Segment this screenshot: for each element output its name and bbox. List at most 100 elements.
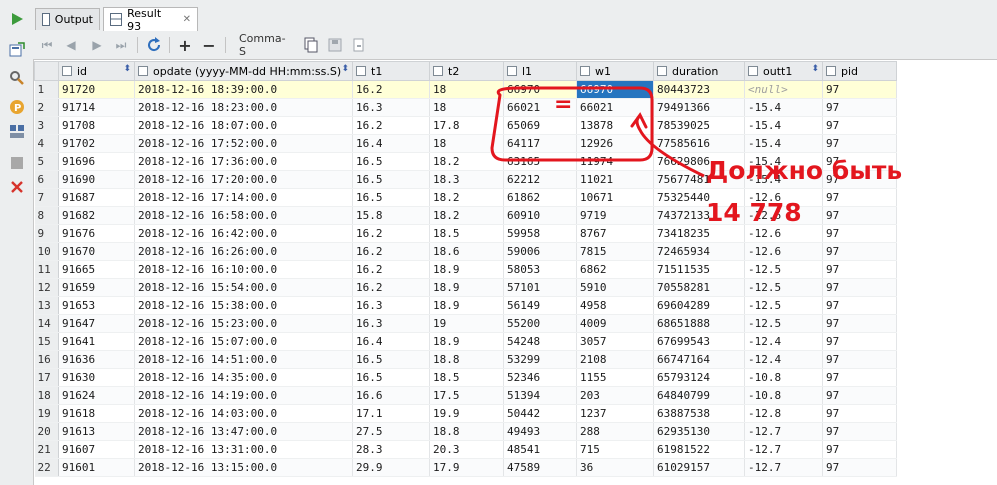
- table-cell[interactable]: 61981522: [653, 440, 745, 459]
- table-cell[interactable]: 2018-12-16 14:03:00.0: [134, 404, 353, 423]
- table-cell[interactable]: 55200: [503, 314, 577, 333]
- table-cell[interactable]: 18.8: [429, 350, 504, 369]
- table-cell[interactable]: -10.8: [744, 368, 823, 387]
- table-row[interactable]: 1 91720 2018-12-16 18:39:00.0 16.2 18 66970 66…: [34, 80, 897, 99]
- table-cell[interactable]: 65069: [503, 116, 577, 135]
- table-cell[interactable]: 48541: [503, 440, 577, 459]
- table-row[interactable]: 14 91647 2018-12-16 15:23:00.0 16.3 19 55200 4…: [34, 314, 897, 333]
- table-cell[interactable]: 64840799: [653, 386, 745, 405]
- table-cell[interactable]: 60910: [503, 206, 577, 225]
- table-cell[interactable]: 68651888: [653, 314, 745, 333]
- column-header-t1[interactable]: t1: [352, 61, 430, 81]
- table-cell[interactable]: 80443723: [653, 80, 745, 99]
- close-icon[interactable]: [9, 179, 25, 195]
- table-cell[interactable]: 16.3: [352, 314, 430, 333]
- table-cell[interactable]: 2018-12-16 16:10:00.0: [134, 260, 353, 279]
- table-cell[interactable]: 97: [822, 440, 897, 459]
- table-cell[interactable]: 7815: [576, 242, 654, 261]
- pin-p-icon[interactable]: P: [9, 99, 25, 115]
- table-row[interactable]: 19 91618 2018-12-16 14:03:00.0 17.1 19.9 5044…: [34, 404, 897, 423]
- table-cell[interactable]: 16.2: [352, 116, 430, 135]
- column-header-opdate[interactable]: opdate (yyyy-MM-dd HH:mm:ss.S) ⬍: [134, 61, 353, 81]
- table-cell[interactable]: 6862: [576, 260, 654, 279]
- table-cell[interactable]: -12.5: [744, 260, 823, 279]
- table-cell[interactable]: 27.5: [352, 422, 430, 441]
- table-cell[interactable]: 2018-12-16 18:23:00.0: [134, 98, 353, 117]
- table-cell[interactable]: 715: [576, 440, 654, 459]
- table-cell[interactable]: 63165: [503, 152, 577, 171]
- table-cell[interactable]: 47589: [503, 458, 577, 477]
- previous-page-icon[interactable]: ◀: [63, 36, 79, 54]
- table-cell[interactable]: 91708: [58, 116, 135, 135]
- table-cell[interactable]: 18.6: [429, 242, 504, 261]
- table-row[interactable]: 21 91607 2018-12-16 13:31:00.0 28.3 20.3 4854…: [34, 440, 897, 459]
- table-cell[interactable]: 61029157: [653, 458, 745, 477]
- table-cell[interactable]: 62212: [503, 170, 577, 189]
- table-cell[interactable]: 79491366: [653, 98, 745, 117]
- table-cell[interactable]: 28.3: [352, 440, 430, 459]
- table-cell[interactable]: 64117: [503, 134, 577, 153]
- table-cell[interactable]: -15.4: [744, 116, 823, 135]
- table-cell[interactable]: 2018-12-16 17:36:00.0: [134, 152, 353, 171]
- layout-icon[interactable]: [9, 124, 25, 140]
- table-cell[interactable]: 16.2: [352, 260, 430, 279]
- table-cell[interactable]: 77585616: [653, 134, 745, 153]
- sort-icon[interactable]: ⬍: [123, 64, 131, 74]
- table-cell[interactable]: 70558281: [653, 278, 745, 297]
- column-header-id[interactable]: id ⬍: [58, 61, 135, 81]
- table-cell[interactable]: 18.5: [429, 224, 504, 243]
- table-cell[interactable]: 91696: [58, 152, 135, 171]
- column-header-pid[interactable]: pid: [822, 61, 897, 81]
- table-cell[interactable]: 2018-12-16 14:19:00.0: [134, 386, 353, 405]
- table-cell[interactable]: 97: [822, 386, 897, 405]
- table-cell[interactable]: 2018-12-16 17:52:00.0: [134, 134, 353, 153]
- column-header-outt1[interactable]: outt1 ⬍: [744, 61, 823, 81]
- table-cell[interactable]: 2018-12-16 13:31:00.0: [134, 440, 353, 459]
- table-cell[interactable]: 97: [822, 134, 897, 153]
- table-cell[interactable]: -12.8: [744, 404, 823, 423]
- table-cell[interactable]: 18: [429, 80, 504, 99]
- table-cell[interactable]: 67699543: [653, 332, 745, 351]
- table-cell[interactable]: 1155: [576, 368, 654, 387]
- table-cell[interactable]: 2018-12-16 15:23:00.0: [134, 314, 353, 333]
- table-cell[interactable]: 17.8: [429, 116, 504, 135]
- table-cell[interactable]: 16.2: [352, 278, 430, 297]
- table-cell[interactable]: 51394: [503, 386, 577, 405]
- table-row[interactable]: 4 91702 2018-12-16 17:52:00.0 16.4 18 64117 12…: [34, 134, 897, 153]
- table-cell[interactable]: 2018-12-16 16:42:00.0: [134, 224, 353, 243]
- table-cell[interactable]: 66021: [503, 98, 577, 117]
- table-cell[interactable]: 17.1: [352, 404, 430, 423]
- remove-row-icon[interactable]: −: [201, 36, 217, 55]
- table-cell[interactable]: 2018-12-16 18:07:00.0: [134, 116, 353, 135]
- table-cell[interactable]: 16.4: [352, 332, 430, 351]
- table-cell[interactable]: 18.5: [429, 368, 504, 387]
- table-cell[interactable]: 97: [822, 224, 897, 243]
- table-row[interactable]: 2 91714 2018-12-16 18:23:00.0 16.3 18 66021 66…: [34, 98, 897, 117]
- table-cell[interactable]: 91624: [58, 386, 135, 405]
- table-cell[interactable]: 18.9: [429, 278, 504, 297]
- table-cell[interactable]: 8767: [576, 224, 654, 243]
- table-cell[interactable]: 91607: [58, 440, 135, 459]
- table-cell[interactable]: -12.6: [744, 242, 823, 261]
- table-cell[interactable]: 97: [822, 260, 897, 279]
- table-cell[interactable]: 16.2: [352, 242, 430, 261]
- table-row[interactable]: 11 91665 2018-12-16 16:10:00.0 16.2 18.9 5805…: [34, 260, 897, 279]
- table-cell[interactable]: 2018-12-16 16:26:00.0: [134, 242, 353, 261]
- table-cell[interactable]: 18.9: [429, 332, 504, 351]
- table-row[interactable]: 13 91653 2018-12-16 15:38:00.0 16.3 18.9 5614…: [34, 296, 897, 315]
- table-cell[interactable]: 63887538: [653, 404, 745, 423]
- table-cell[interactable]: 73418235: [653, 224, 745, 243]
- table-cell[interactable]: 15.8: [352, 206, 430, 225]
- table-row[interactable]: 22 91601 2018-12-16 13:15:00.0 29.9 17.9 4758…: [34, 458, 897, 477]
- table-cell[interactable]: 97: [822, 98, 897, 117]
- table-cell[interactable]: 2018-12-16 13:47:00.0: [134, 422, 353, 441]
- stop-icon[interactable]: [9, 155, 25, 171]
- table-cell[interactable]: 19.9: [429, 404, 504, 423]
- table-cell[interactable]: 66970: [576, 80, 654, 99]
- tab-output[interactable]: Output: [35, 8, 100, 30]
- table-cell[interactable]: 17.9: [429, 458, 504, 477]
- sort-icon[interactable]: ⬍: [811, 64, 819, 74]
- table-cell[interactable]: 97: [822, 404, 897, 423]
- run-icon[interactable]: [9, 11, 25, 27]
- close-tab-icon[interactable]: ✕: [183, 14, 191, 25]
